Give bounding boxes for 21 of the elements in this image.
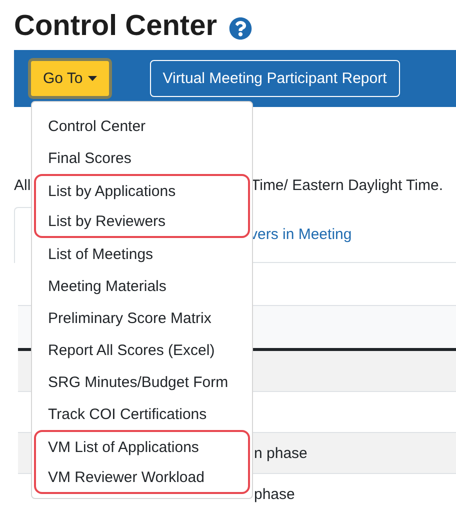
menu-item[interactable]: Meeting Materials (32, 270, 252, 302)
goto-button[interactable]: Go To (28, 58, 112, 99)
menu-item[interactable]: List by Reviewers (36, 206, 248, 236)
menu-item[interactable]: VM List of Applications (36, 432, 248, 462)
menu-item[interactable]: VM Reviewer Workload (36, 462, 248, 492)
notice-text: All (14, 177, 31, 195)
help-icon[interactable] (229, 16, 252, 40)
notice-text: Time/ Eastern Daylight Time. (251, 177, 444, 195)
table-cell-text: phase (254, 486, 296, 502)
menu-item[interactable]: List by Applications (36, 176, 248, 206)
menu-item[interactable]: Final Scores (32, 142, 252, 174)
menu-item[interactable]: SRG Minutes/Budget Form (32, 366, 252, 398)
caret-icon (88, 76, 97, 81)
page-title: Control Center (14, 10, 217, 42)
report-button[interactable]: Virtual Meeting Participant Report (150, 60, 400, 97)
menu-item[interactable]: List of Meetings (32, 238, 252, 270)
menu-item[interactable]: Track COI Certifications (32, 398, 252, 430)
menu-item[interactable]: Control Center (32, 110, 252, 142)
table-cell-text: n phase (254, 444, 308, 462)
menu-item[interactable]: Preliminary Score Matrix (32, 302, 252, 334)
menu-item[interactable]: Report All Scores (Excel) (32, 334, 252, 366)
